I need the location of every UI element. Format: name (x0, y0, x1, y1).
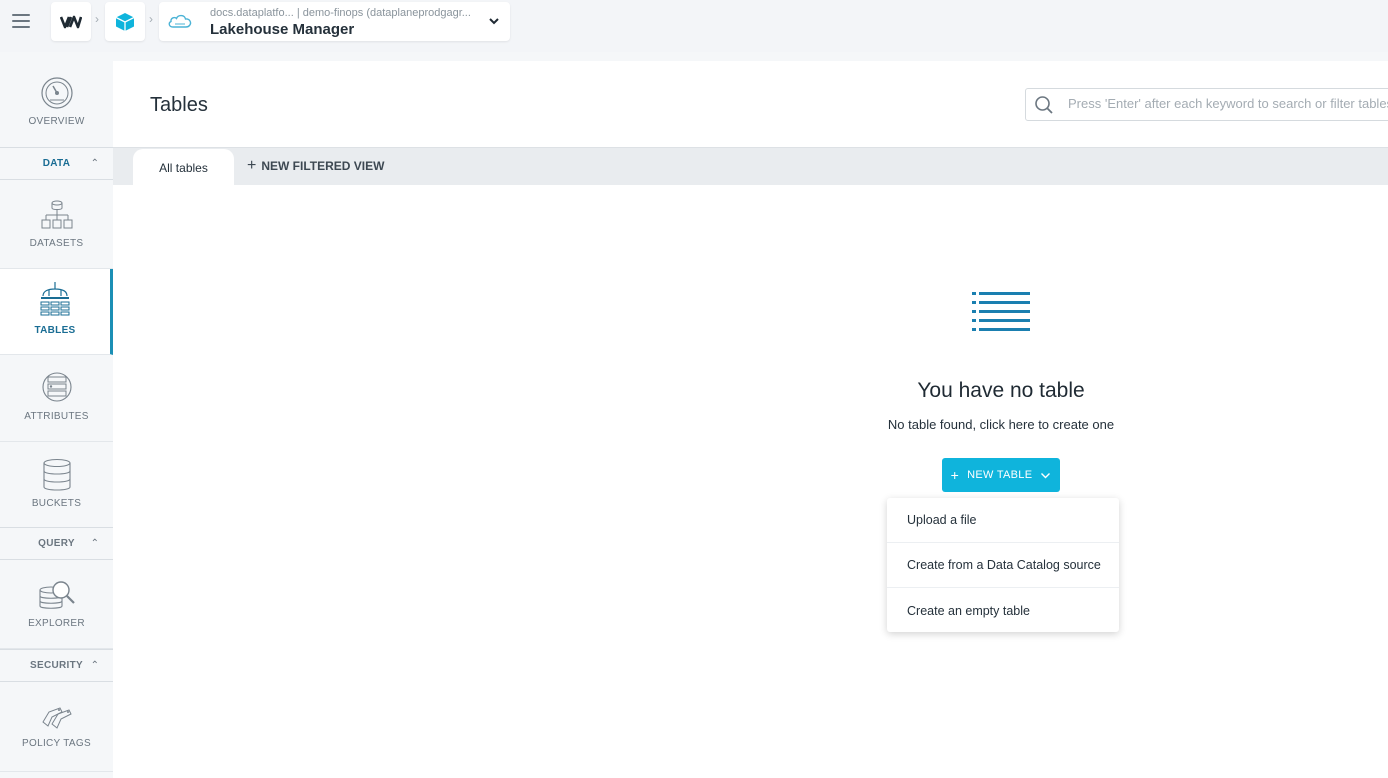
plus-icon: + (247, 157, 257, 174)
sidebar: OVERVIEW DATA ⌃ DATASETS TABLES ATTRIBUT… (0, 52, 113, 778)
new-table-label: NEW TABLE (967, 469, 1033, 481)
page-title: Tables (150, 94, 208, 116)
search-icon (1035, 96, 1053, 114)
chevron-up-icon: ⌃ (90, 660, 99, 671)
sidebar-item-label: POLICY TAGS (22, 738, 91, 749)
project-selector[interactable]: docs.dataplatfo... | demo-finops (datapl… (159, 2, 510, 41)
gauge-icon (40, 77, 73, 109)
org-logo-icon (60, 15, 82, 28)
sidebar-item-label: EXPLORER (28, 618, 85, 629)
sidebar-item-datasets[interactable]: DATASETS (0, 182, 113, 269)
chevron-right-icon: › (149, 12, 153, 26)
top-bar: › › docs.dataplatfo... | demo-finops (da… (0, 0, 1388, 52)
search-box[interactable] (1025, 88, 1388, 121)
sidebar-item-attributes[interactable]: ATTRIBUTES (0, 355, 113, 442)
buckets-icon (42, 458, 71, 491)
new-filtered-view-label: NEW FILTERED VIEW (261, 159, 385, 173)
search-input[interactable] (1068, 96, 1388, 111)
empty-state-link[interactable]: No table found, click here to create one (851, 417, 1151, 432)
sidebar-item-policy-tags[interactable]: POLICY TAGS (0, 684, 113, 772)
menu-item-empty-table[interactable]: Create an empty table (887, 588, 1119, 633)
section-label: SECURITY (30, 660, 83, 671)
sidebar-item-label: BUCKETS (31, 498, 82, 509)
section-security[interactable]: SECURITY ⌃ (0, 649, 113, 682)
new-table-button[interactable]: + NEW TABLE (942, 458, 1060, 492)
sidebar-item-label: ATTRIBUTES (24, 411, 89, 422)
policy-tags-icon (41, 707, 72, 729)
section-query[interactable]: QUERY ⌃ (0, 527, 113, 560)
cloud-icon (168, 14, 192, 28)
sidebar-item-label: DATASETS (29, 238, 84, 249)
tab-all-tables[interactable]: All tables (133, 149, 234, 186)
section-data[interactable]: DATA ⌃ (0, 147, 113, 180)
project-name: Lakehouse Manager (210, 21, 355, 38)
main-panel: Tables All tables + NEW FILTERED VIEW Yo… (113, 61, 1388, 778)
sidebar-item-buckets[interactable]: BUCKETS (0, 442, 113, 528)
sidebar-item-tables[interactable]: TABLES (0, 269, 113, 355)
attributes-icon (41, 372, 72, 402)
chevron-down-icon (1041, 472, 1051, 478)
chevron-up-icon: ⌃ (90, 538, 99, 549)
datasets-icon (41, 200, 72, 229)
chevron-up-icon: ⌃ (90, 158, 99, 169)
plus-icon: + (950, 467, 960, 483)
tabs-bar: All tables + NEW FILTERED VIEW (113, 147, 1388, 186)
empty-state-title: You have no table (917, 379, 1085, 402)
cube-icon (115, 12, 135, 31)
sidebar-item-explorer[interactable]: EXPLORER (0, 562, 113, 649)
menu-icon[interactable] (12, 14, 30, 30)
sidebar-item-overview[interactable]: OVERVIEW (0, 60, 113, 148)
workspace-button[interactable] (105, 2, 145, 41)
tables-icon (40, 282, 70, 316)
sidebar-item-label: OVERVIEW (28, 116, 85, 127)
chevron-down-icon[interactable] (488, 15, 500, 27)
org-logo-button[interactable] (51, 2, 91, 41)
menu-item-data-catalog-source[interactable]: Create from a Data Catalog source (887, 543, 1119, 588)
section-label: QUERY (38, 538, 75, 549)
sidebar-item-label: TABLES (34, 325, 76, 336)
new-filtered-view-button[interactable]: + NEW FILTERED VIEW (247, 157, 385, 174)
menu-item-upload-file[interactable]: Upload a file (887, 498, 1119, 543)
new-table-menu: Upload a file Create from a Data Catalog… (887, 498, 1119, 632)
section-label: DATA (42, 158, 71, 169)
list-icon (972, 292, 1030, 331)
explorer-icon (38, 581, 75, 609)
project-path: docs.dataplatfo... | demo-finops (datapl… (210, 7, 470, 19)
chevron-right-icon: › (95, 12, 99, 26)
